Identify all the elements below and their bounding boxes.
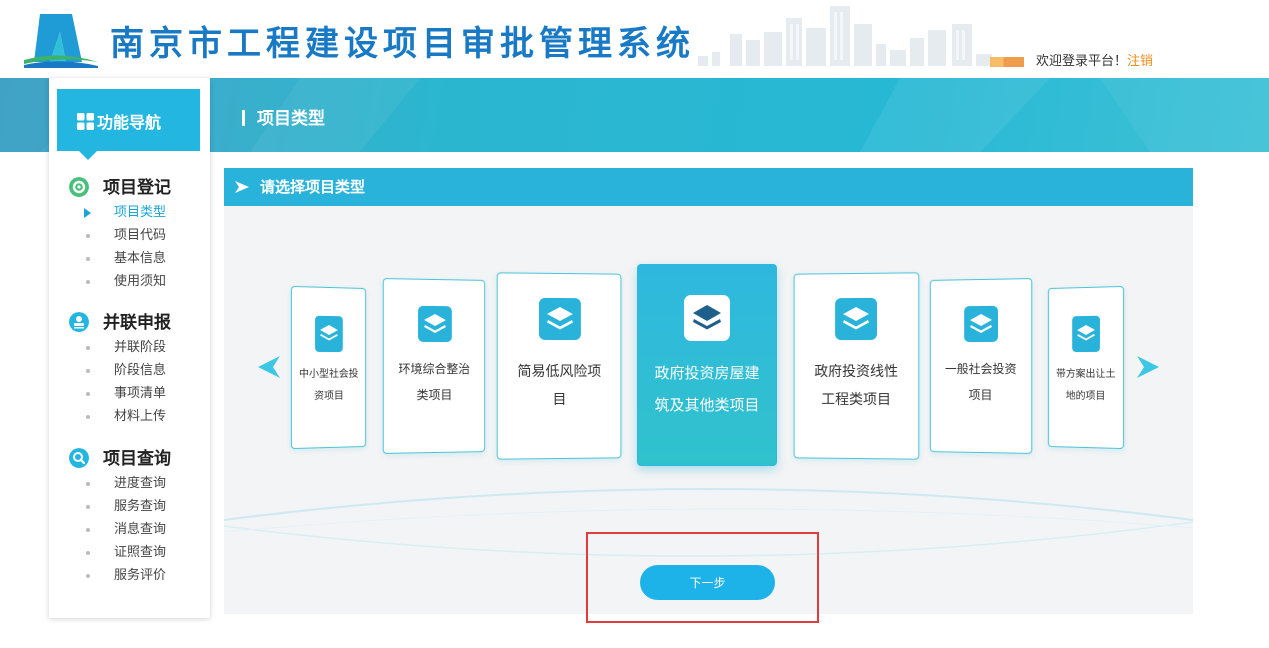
highlight-box: [586, 532, 819, 623]
sidebar-item-message-query[interactable]: 消息查询: [69, 518, 171, 541]
sidebar-item-usage-notice[interactable]: 使用须知: [69, 270, 171, 293]
system-logo: [24, 14, 98, 68]
project-type-card[interactable]: 一般社会投资项目: [929, 278, 1033, 454]
nav-header-label: 功能导航: [97, 113, 162, 132]
project-type-card[interactable]: 带方案出让土地的项目: [1047, 285, 1125, 450]
page-title: 项目类型: [242, 104, 325, 129]
layers-icon: [684, 295, 730, 341]
nav-group-project-query: 项目查询 进度查询 服务查询 消息查询 证照查询 服务评价: [69, 446, 171, 587]
nav-header: 功能导航: [57, 89, 200, 160]
search-icon: [69, 448, 89, 468]
sidebar-item-material-upload[interactable]: 材料上传: [69, 405, 171, 428]
project-type-card[interactable]: 中小型社会投资项目: [290, 285, 367, 450]
stamp-icon: [69, 312, 89, 332]
sidebar-item-joint-stage[interactable]: 并联阶段: [69, 336, 171, 359]
project-type-card[interactable]: 简易低风险项目: [496, 272, 622, 460]
sidebar-item-basic-info[interactable]: 基本信息: [69, 247, 171, 270]
nav-group-title: 项目登记: [69, 175, 171, 201]
card-label: 环境综合整治类项目: [398, 361, 471, 403]
card-label: 政府投资房屋建筑及其他类项目: [654, 364, 760, 414]
welcome-text: 欢迎登录平台！: [1036, 54, 1128, 69]
sidebar-item-project-type[interactable]: 项目类型: [69, 201, 171, 224]
nav-group-joint-declaration: 并联申报 并联阶段 阶段信息 事项清单 材料上传: [69, 310, 171, 428]
card-label: 一般社会投资项目: [944, 361, 1017, 403]
layers-icon: [538, 297, 581, 341]
carousel-next-arrow[interactable]: [1135, 354, 1161, 380]
chevron-right-icon: [235, 181, 249, 193]
nav-group-registration: 项目登记 项目类型 项目代码 基本信息 使用须知: [69, 175, 171, 293]
user-avatar: [990, 56, 1024, 67]
card-label: 中小型社会投资项目: [298, 368, 359, 403]
layers-icon: [1071, 315, 1100, 353]
page-title-text: 项目类型: [257, 109, 325, 129]
sidebar-item-service-evaluation[interactable]: 服务评价: [69, 564, 171, 587]
header: 南京市工程建设项目审批管理系统 欢迎登录平台！注销: [0, 0, 1269, 78]
layers-icon: [315, 315, 343, 353]
layers-icon: [963, 305, 998, 343]
carousel-prev-arrow[interactable]: [256, 354, 282, 380]
layers-icon: [417, 305, 452, 343]
project-type-card[interactable]: 政府投资线性工程类项目: [793, 272, 920, 460]
panel-header: 请选择项目类型: [224, 168, 1193, 206]
grid-icon: [77, 113, 94, 130]
sidebar-item-project-code[interactable]: 项目代码: [69, 224, 171, 247]
panel-title: 请选择项目类型: [260, 178, 366, 196]
sidebar-item-stage-info[interactable]: 阶段信息: [69, 359, 171, 382]
card-label: 带方案出让土地的项目: [1056, 368, 1116, 403]
project-type-card-selected[interactable]: 政府投资房屋建筑及其他类项目: [637, 264, 777, 466]
logout-link[interactable]: 注销: [1127, 54, 1153, 69]
sidebar-item-item-list[interactable]: 事项清单: [69, 382, 171, 405]
nav-group-title: 项目查询: [69, 446, 171, 472]
card-label: 政府投资线性工程类项目: [814, 363, 899, 409]
city-skyline-decoration: [698, 6, 992, 66]
card-label: 简易低风险项目: [517, 363, 602, 409]
sidebar-item-license-query[interactable]: 证照查询: [69, 541, 171, 564]
system-title: 南京市工程建设项目审批管理系统: [110, 24, 695, 64]
sidebar-item-progress-query[interactable]: 进度查询: [69, 472, 171, 495]
gear-icon: [69, 177, 89, 197]
sidebar-item-service-query[interactable]: 服务查询: [69, 495, 171, 518]
sidebar: 功能导航 项目登记 项目类型 项目代码 基本信息 使用须知 并联申报 并联阶段 …: [49, 78, 210, 618]
user-block: 欢迎登录平台！注销: [990, 50, 1153, 69]
project-type-card[interactable]: 环境综合整治类项目: [382, 278, 486, 454]
layers-icon: [835, 297, 878, 341]
nav-group-title: 并联申报: [69, 310, 171, 336]
